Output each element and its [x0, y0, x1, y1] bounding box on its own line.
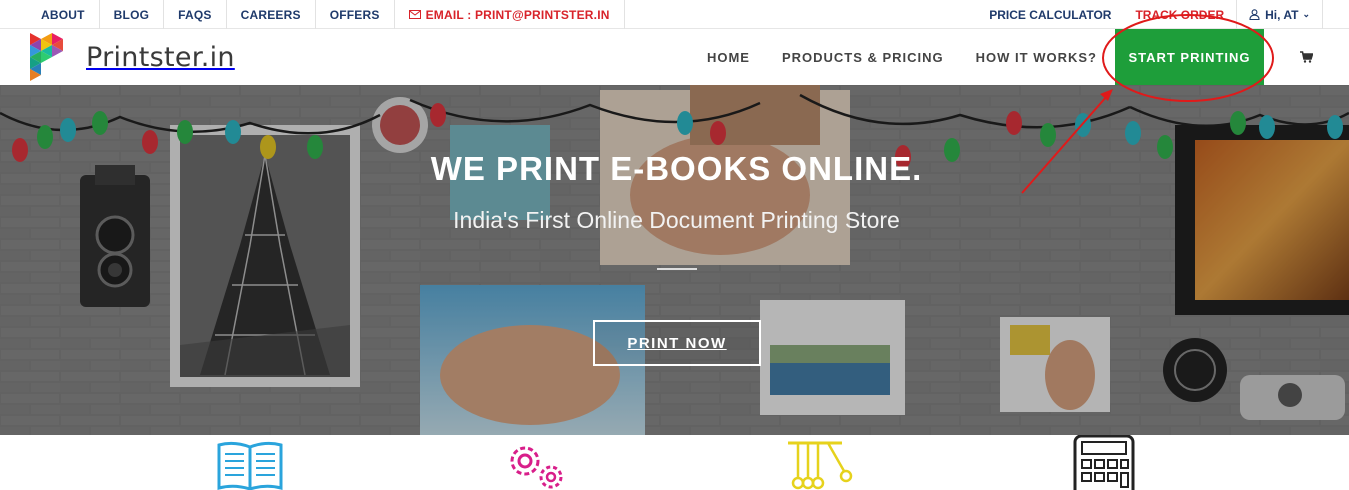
offers-link[interactable]: OFFERS [316, 0, 395, 29]
price-calculator-link[interactable]: PRICE CALCULATOR [977, 0, 1123, 29]
printster-logo-icon [30, 33, 63, 81]
chevron-down-icon: ⌄ [1302, 9, 1310, 19]
hero-dark-overlay [0, 85, 1349, 435]
logo[interactable]: Printster.in [30, 33, 235, 81]
main-navigation: Printster.in HOME PRODUCTS & PRICING HOW… [0, 29, 1349, 85]
top-left-links: ABOUT BLOG FAQS CAREERS OFFERS EMAIL : P… [27, 0, 625, 29]
hero-subtitle: India's First Online Document Printing S… [453, 207, 900, 233]
email-link[interactable]: EMAIL : PRINT@PRINTSTER.IN [395, 0, 625, 29]
shopping-cart-icon [1300, 51, 1313, 63]
hero-divider [657, 268, 697, 270]
user-greeting: Hi, AT [1265, 7, 1299, 22]
nav-how-it-works[interactable]: HOW IT WORKS? [976, 50, 1097, 65]
user-icon [1249, 9, 1260, 20]
envelope-icon [408, 10, 421, 19]
main-menu: HOME PRODUCTS & PRICING HOW IT WORKS? ST… [707, 29, 1349, 85]
nav-products-pricing[interactable]: PRODUCTS & PRICING [782, 50, 944, 65]
nav-home[interactable]: HOME [707, 50, 750, 65]
track-order-link[interactable]: TRACK ORDER [1123, 0, 1238, 29]
features-row [0, 435, 1349, 490]
top-right-links: PRICE CALCULATOR TRACK ORDER Hi, AT ⌄ [977, 0, 1323, 29]
open-book-icon [217, 441, 283, 490]
newtons-cradle-icon [788, 441, 853, 490]
calculator-icon [1073, 435, 1135, 490]
email-label: EMAIL : PRINT@PRINTSTER.IN [425, 7, 610, 22]
user-menu[interactable]: Hi, AT ⌄ [1237, 0, 1323, 29]
start-printing-button[interactable]: START PRINTING [1115, 29, 1264, 85]
top-utility-bar: ABOUT BLOG FAQS CAREERS OFFERS EMAIL : P… [0, 0, 1349, 29]
print-now-button[interactable]: PRINT NOW [593, 320, 761, 366]
careers-link[interactable]: CAREERS [227, 0, 316, 29]
blog-link[interactable]: BLOG [100, 0, 165, 29]
brand-name: Printster.in [86, 41, 235, 73]
cart-button[interactable] [1264, 29, 1349, 85]
hero-banner: WE PRINT E-BOOKS ONLINE. India's First O… [0, 85, 1349, 435]
hero-title: WE PRINT E-BOOKS ONLINE. [430, 150, 923, 187]
about-link[interactable]: ABOUT [27, 0, 100, 29]
faqs-link[interactable]: FAQS [164, 0, 227, 29]
gears-icon [510, 446, 563, 489]
